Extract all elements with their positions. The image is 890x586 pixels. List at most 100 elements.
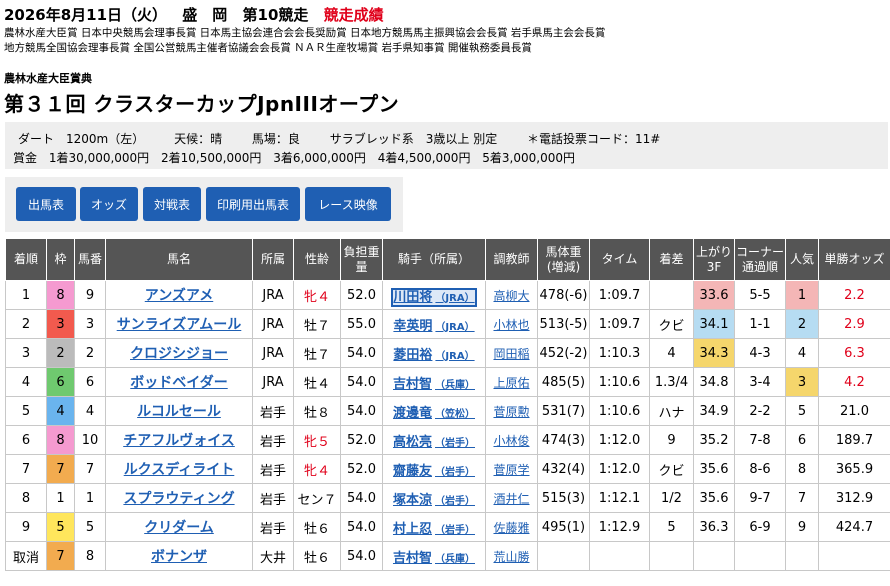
win-odds-cell: 2.2 — [818, 280, 890, 310]
table-row: 4 6 6 ボッドベイダー JRA 牡４ 54.0 吉村智 （兵庫） 上原佑 485(5) 1:10.… — [5, 367, 890, 397]
trainer-link[interactable]: 佐藤雅 — [493, 521, 529, 535]
jockey-link[interactable]: 高松亮 （岩手） — [393, 435, 475, 450]
track-condition: 馬場：良 — [251, 132, 300, 146]
corner-cell — [734, 541, 786, 571]
jockey-link[interactable]: 吉村智 （兵庫） — [393, 551, 475, 566]
time-cell: 1:10.3 — [589, 338, 650, 368]
time-cell: 1:12.0 — [589, 454, 650, 484]
jockey-link[interactable]: 吉村智 （兵庫） — [393, 377, 475, 392]
col-jockey: 騎手（所属） — [382, 238, 486, 281]
prize-1: 1着30,000,000円 — [48, 151, 150, 165]
jockey-link[interactable]: 幸英明 （JRA） — [393, 319, 474, 334]
trainer-cell: 小林俊 — [485, 425, 538, 455]
jockey-link[interactable]: 塚本涼 （岩手） — [393, 493, 475, 508]
table-row: 6 8 10 チアフルヴォイス 岩手 牝５ 52.0 高松亮 （岩手） 小林俊 474(3) 1:12… — [5, 425, 890, 455]
number-cell: 4 — [74, 396, 106, 426]
jockey-affiliation: （JRA） — [435, 321, 475, 333]
weight-cell: 54.0 — [340, 512, 383, 542]
trainer-cell: 上原佑 — [485, 367, 538, 397]
jockey-affiliation: （岩手） — [435, 437, 475, 449]
odds-button[interactable]: オッズ — [80, 187, 138, 221]
time-cell: 1:10.6 — [589, 367, 650, 397]
horse-name-link[interactable]: ルクスディライト — [124, 462, 235, 478]
prize-4: 4着4,500,000円 — [377, 151, 471, 165]
corner-cell: 4-3 — [734, 338, 786, 368]
sponsor-line-2: 地方競馬全国協会理事長賞 全国公営競馬主催者協議会会長賞 ＮＡＲ生産牧場賞 岩手… — [4, 41, 532, 54]
win-odds-cell: 424.7 — [818, 512, 890, 542]
number-cell: 3 — [74, 309, 106, 339]
trainer-link[interactable]: 菅原学 — [493, 463, 529, 477]
results-header-row: 着順 枠 馬番 馬名 所属 性齢 負担重量 騎手（所属） 調教師 馬体重(増減)… — [5, 238, 890, 281]
results-body: 1 8 9 アンズアメ JRA 牝４ 52.0 川田将 （JRA） 高柳大 478(-6) 1:09.… — [5, 280, 890, 571]
entries-button[interactable]: 出馬表 — [16, 187, 76, 221]
jockey-link[interactable]: 渡邊竜 （笠松） — [393, 406, 475, 421]
print-entries-button[interactable]: 印刷用出馬表 — [206, 187, 300, 221]
col-corner: コーナー通過順 — [734, 238, 786, 281]
jockey-link[interactable]: 菱田裕 （JRA） — [393, 348, 474, 363]
jockey-cell: 吉村智 （兵庫） — [382, 367, 486, 397]
table-row: 1 8 9 アンズアメ JRA 牝４ 52.0 川田将 （JRA） 高柳大 478(-6) 1:09.… — [5, 280, 890, 310]
margin-cell — [649, 280, 694, 310]
horse-name-link[interactable]: スプラウティング — [123, 491, 234, 507]
body-weight-cell: 531(7) — [537, 396, 590, 426]
number-cell: 7 — [74, 454, 106, 484]
trainer-link[interactable]: 酒井仁 — [493, 492, 529, 506]
matchup-button[interactable]: 対戦表 — [143, 187, 201, 221]
jockey-cell: 川田将 （JRA） — [382, 280, 486, 310]
sex-age-cell: 牡７ — [293, 338, 341, 368]
win-odds-cell: 365.9 — [818, 454, 890, 484]
horse-name-link[interactable]: ボナンザ — [151, 549, 207, 565]
jockey-affiliation: （岩手） — [435, 524, 475, 536]
last-3f-cell — [693, 541, 735, 571]
weight-cell: 54.0 — [340, 483, 383, 513]
corner-cell: 8-6 — [734, 454, 786, 484]
jockey-link[interactable]: 川田将 （JRA） — [391, 287, 477, 307]
trainer-link[interactable]: 小林俊 — [493, 434, 529, 448]
race-subtitle: 農林水産大臣賞典 — [4, 72, 92, 85]
rank-cell: 3 — [5, 338, 47, 368]
race-number: 第10競走 — [242, 6, 309, 24]
jockey-affiliation: （JRA） — [435, 292, 475, 304]
affiliation-cell: 岩手 — [252, 483, 294, 513]
waku-cell: 4 — [46, 396, 75, 426]
table-row: 2 3 3 サンライズアムール JRA 牡７ 55.0 幸英明 （JRA） 小林也 513(-5) 1… — [5, 309, 890, 339]
jockey-name: 菱田裕 — [393, 347, 433, 363]
entry-conditions: サラブレッド系 3歳以上 別定 — [329, 132, 498, 146]
trainer-link[interactable]: 小林也 — [493, 318, 529, 332]
jockey-link[interactable]: 村上忍 （岩手） — [393, 522, 475, 537]
trainer-link[interactable]: 荒山勝 — [493, 550, 529, 564]
horse-name-link[interactable]: クロジシジョー — [130, 346, 228, 362]
race-video-button[interactable]: レース映像 — [305, 187, 391, 221]
jockey-link[interactable]: 齋藤友 （岩手） — [393, 464, 475, 479]
table-row: 5 4 4 ルコルセール 岩手 牡８ 54.0 渡邊竜 （笠松） 菅原勲 531(7) 1:10.6 ハ… — [5, 396, 890, 426]
rank-cell: 4 — [5, 367, 47, 397]
sex-age-cell: セン７ — [293, 483, 341, 513]
trainer-link[interactable]: 菅原勲 — [493, 405, 529, 419]
horse-name-link[interactable]: ボッドベイダー — [130, 375, 227, 391]
horse-name-link[interactable]: ルコルセール — [137, 404, 221, 420]
affiliation-cell: JRA — [252, 309, 294, 339]
waku-cell: 5 — [46, 512, 75, 542]
affiliation-cell: 岩手 — [252, 512, 294, 542]
horse-name-link[interactable]: アンズアメ — [145, 288, 213, 304]
trainer-cell: 高柳大 — [485, 280, 538, 310]
trainer-link[interactable]: 高柳大 — [493, 289, 529, 303]
waku-cell: 7 — [46, 454, 75, 484]
horse-name-link[interactable]: チアフルヴォイス — [123, 433, 235, 449]
horse-name-link[interactable]: サンライズアムール — [117, 317, 242, 333]
horse-name-link[interactable]: クリダーム — [144, 520, 214, 536]
trainer-link[interactable]: 上原佑 — [493, 376, 529, 390]
weight-cell: 52.0 — [340, 425, 383, 455]
trainer-cell: 小林也 — [485, 309, 538, 339]
phone-vote-code: ＊電話投票コード：11# — [527, 132, 661, 146]
horse-name-cell: ルコルセール — [105, 396, 253, 426]
corner-cell: 9-7 — [734, 483, 786, 513]
trainer-link[interactable]: 岡田稲 — [493, 347, 529, 361]
number-cell: 10 — [74, 425, 106, 455]
sex-age-cell: 牡７ — [293, 309, 341, 339]
win-odds-cell: 21.0 — [818, 396, 890, 426]
corner-cell: 2-2 — [734, 396, 786, 426]
weight-cell: 54.0 — [340, 367, 383, 397]
popularity-cell: 6 — [785, 425, 819, 455]
corner-cell: 7-8 — [734, 425, 786, 455]
